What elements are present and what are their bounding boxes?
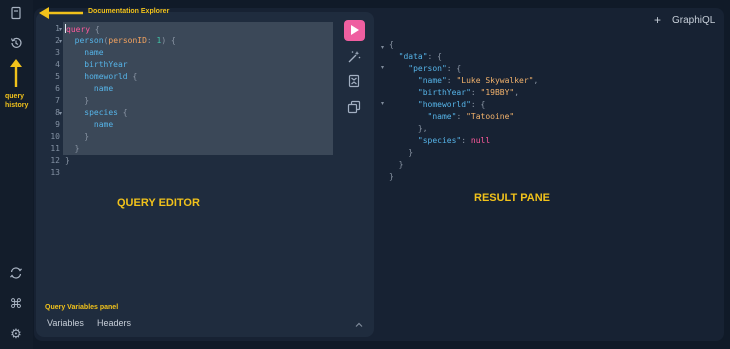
annotation-result-pane: RESULT PANE xyxy=(474,192,550,204)
magic-wand-icon[interactable] xyxy=(346,50,362,66)
shortcuts-icon[interactable]: ⌘ xyxy=(8,296,24,312)
settings-icon[interactable]: ⚙ xyxy=(8,326,24,342)
result-line: } xyxy=(389,160,404,169)
code-line: name xyxy=(93,120,114,129)
run-button[interactable] xyxy=(344,20,365,41)
fold-toggle-icon[interactable]: ▾ xyxy=(59,38,62,45)
annotation-arrow-left xyxy=(39,7,83,19)
tab-headers[interactable]: Headers xyxy=(97,318,131,328)
line-number: 12 xyxy=(50,156,60,165)
chevron-up-icon[interactable] xyxy=(354,317,364,327)
line-number: 1 xyxy=(55,24,60,33)
result-line: "name": "Tatooine" xyxy=(389,112,515,121)
add-tab-button[interactable]: + xyxy=(654,13,661,27)
app-title: GraphiQL xyxy=(672,15,716,26)
fold-toggle-icon[interactable]: ▾ xyxy=(59,110,62,117)
result-line: { xyxy=(389,40,394,49)
line-number: 2 xyxy=(55,36,60,45)
code-line: species { xyxy=(84,108,128,117)
code-line: homeworld { xyxy=(84,72,138,81)
line-number: 8 xyxy=(55,108,60,117)
code-line: } xyxy=(84,96,90,105)
code-line: person(personID: 1) { xyxy=(74,36,176,45)
code-line: } xyxy=(84,132,90,141)
refetch-icon[interactable] xyxy=(8,266,24,282)
code-line: birthYear xyxy=(84,60,128,69)
code-line: query { xyxy=(65,24,100,34)
annotation-query-variables-panel: Query Variables panel xyxy=(45,304,119,311)
result-line: "homeworld": { xyxy=(389,100,486,109)
result-line: "species": null xyxy=(389,136,491,145)
annotation-query-editor: QUERY EDITOR xyxy=(117,197,200,209)
annotation-query-history: query history xyxy=(5,93,29,109)
fold-toggle-icon[interactable]: ▾ xyxy=(381,64,384,71)
annotation-arrow-up xyxy=(10,59,22,87)
code-line: } xyxy=(65,156,70,165)
line-number: 4 xyxy=(55,60,60,69)
tab-variables[interactable]: Variables xyxy=(47,318,84,328)
line-number: 7 xyxy=(55,96,60,105)
annotation-documentation-explorer: Documentation Explorer xyxy=(88,8,170,15)
fold-toggle-icon[interactable]: ▾ xyxy=(381,44,384,51)
documentation-icon[interactable] xyxy=(8,6,24,22)
result-line: "data": { xyxy=(389,52,442,61)
line-number: 10 xyxy=(50,132,60,141)
copy-icon[interactable] xyxy=(346,100,362,116)
line-number: 9 xyxy=(55,120,60,129)
result-line: } xyxy=(389,148,414,157)
fold-toggle-icon[interactable]: ▾ xyxy=(381,100,384,107)
code-line: name xyxy=(93,84,114,93)
line-number: 5 xyxy=(55,72,60,81)
line-number: 11 xyxy=(50,144,60,153)
line-number: 6 xyxy=(55,84,60,93)
code-line: name xyxy=(84,48,104,57)
result-line: "name": "Luke Skywalker", xyxy=(389,76,539,85)
result-line: "person": { xyxy=(389,64,462,73)
line-number: 3 xyxy=(55,48,60,57)
code-line: } xyxy=(74,144,80,153)
result-line: } xyxy=(389,172,394,181)
history-icon[interactable] xyxy=(8,36,24,52)
fold-toggle-icon[interactable]: ▾ xyxy=(59,26,62,33)
merge-icon[interactable] xyxy=(346,74,362,90)
result-line: }, xyxy=(389,124,428,133)
sidebar: ⌘ ⚙ xyxy=(0,0,33,349)
variables-panel-bar xyxy=(36,312,374,336)
line-number: 13 xyxy=(50,168,60,177)
result-line: "birthYear": "19BBY", xyxy=(389,88,520,97)
